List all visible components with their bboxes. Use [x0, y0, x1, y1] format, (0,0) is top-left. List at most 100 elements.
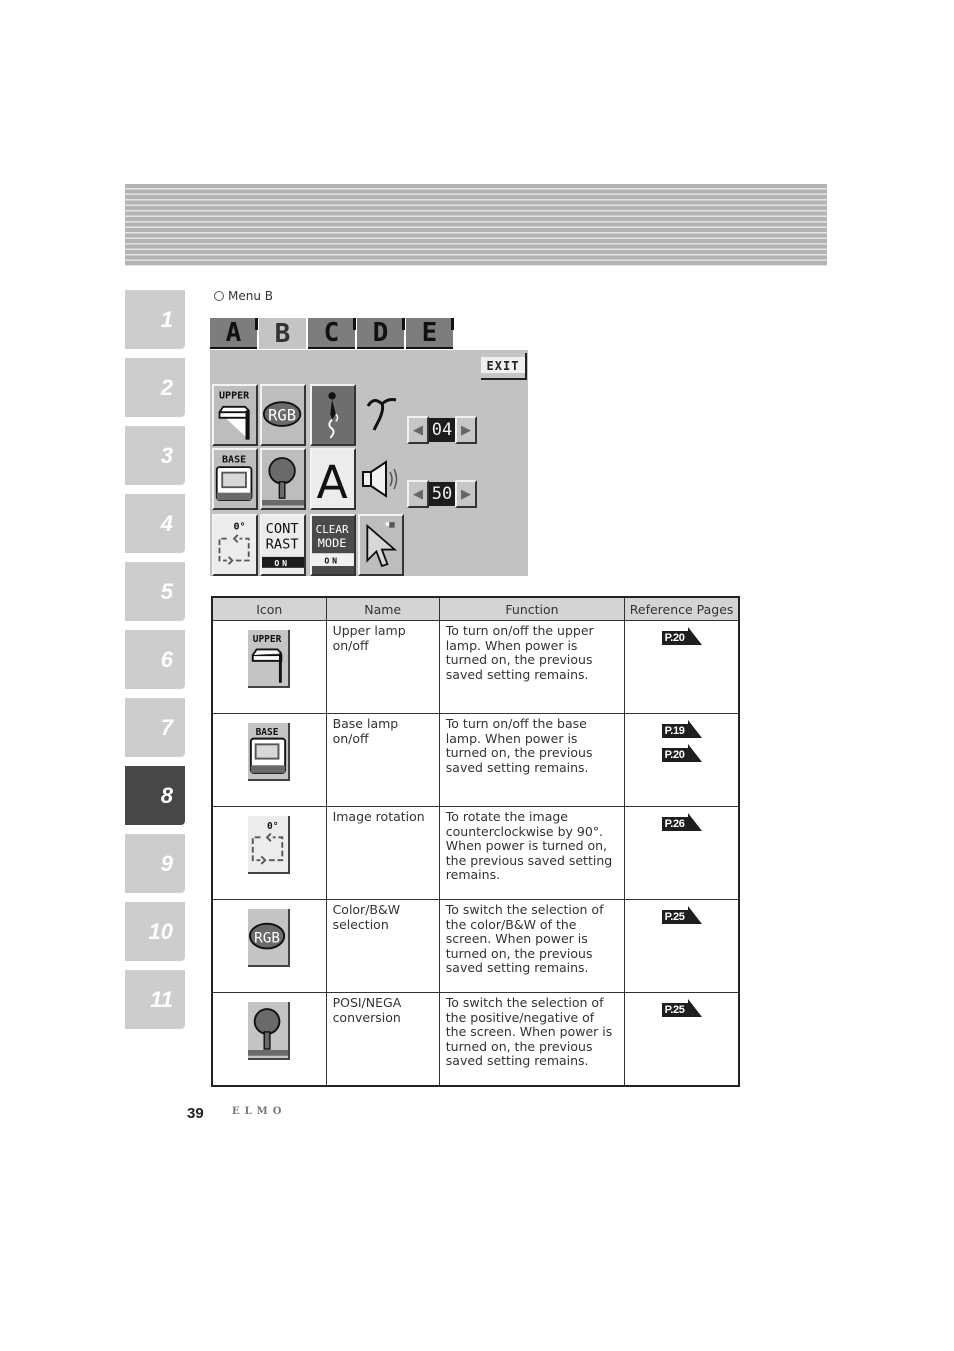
volume-increase-button[interactable]: ▶ — [455, 480, 477, 508]
osd-tab-a[interactable]: A — [210, 318, 258, 349]
svg-text:0°: 0° — [267, 821, 278, 832]
table-header-row: Icon Name Function Reference Pages — [211, 596, 740, 621]
header-icon: Icon — [211, 596, 327, 621]
volume-decrease-button[interactable]: ◀ — [407, 480, 429, 508]
rgb-icon: RGB — [262, 401, 302, 427]
header-function: Function — [438, 596, 626, 621]
chapter-tab-1[interactable]: 1 — [125, 290, 185, 349]
exit-button[interactable]: EXIT — [481, 353, 527, 380]
contrast-state: ON — [274, 558, 289, 568]
page-number: 39 — [187, 1105, 204, 1122]
table-row: 0° Image rotation To rotate the image co… — [211, 806, 740, 900]
pointer-button[interactable] — [358, 514, 404, 576]
chapter-tab-9[interactable]: 9 — [125, 834, 185, 893]
row-function: To switch the selection of the color/B&W… — [438, 899, 626, 993]
chapter-tab-5[interactable]: 5 — [125, 562, 185, 621]
gamma-icon — [364, 394, 400, 434]
chapter-tab-3[interactable]: 3 — [125, 426, 185, 485]
svg-text:BASE: BASE — [256, 727, 279, 738]
upper-lamp-icon: UPPER ˙˙˙˙ — [218, 391, 250, 440]
table-row: BASE Base lamp on/off To turn on/off the… — [211, 713, 740, 807]
row-name: POSI/NEGA conversion — [325, 992, 440, 1087]
chapter-tab-8[interactable]: 8 — [125, 766, 185, 825]
header-name: Name — [325, 596, 440, 621]
base-lamp-icon: BASE — [248, 723, 291, 781]
volume-stepper[interactable]: ◀ 50 ▶ — [407, 480, 477, 508]
osd-tab-e[interactable]: E — [406, 318, 454, 349]
clear-mode-button[interactable]: CLEAR MODE ON — [310, 514, 356, 576]
table-row: RGB Color/B&W selection To switch the se… — [211, 899, 740, 993]
chapter-tab-11[interactable]: 11 — [125, 970, 185, 1029]
row-function: To switch the selection of the positive/… — [438, 992, 626, 1087]
chapter-tab-10[interactable]: 10 — [125, 902, 185, 961]
upper-lamp-label: UPPER — [219, 391, 250, 402]
svg-text:˙˙˙˙: ˙˙˙˙ — [225, 420, 240, 429]
osd-panel: EXIT UPPER ˙˙˙˙ RGB ◀ 04 ▶ BASE A ◀ 50 ▶… — [210, 350, 528, 576]
page-reference-link[interactable]: P.19 — [661, 720, 702, 738]
row-name: Base lamp on/off — [325, 713, 440, 807]
posi-nega-button[interactable] — [260, 448, 306, 510]
row-function: To turn on/off the upper lamp. When powe… — [438, 620, 626, 714]
text-mode-button[interactable]: A — [310, 448, 356, 510]
letter-a-icon: A — [316, 456, 347, 508]
page-reference-link[interactable]: P.25 — [661, 999, 702, 1017]
circle-bullet-icon — [214, 291, 224, 301]
clear-mode-icon: CLEAR MODE ON — [312, 523, 354, 566]
cursor-arrow-icon — [366, 522, 398, 568]
figure-icon — [328, 392, 339, 439]
gamma-figure-button[interactable] — [310, 384, 356, 446]
table-row: POSI/NEGA conversion To switch the selec… — [211, 992, 740, 1087]
section-title: Menu B — [228, 289, 273, 303]
brand-logo: ELMO — [232, 1106, 287, 1117]
page-reference-link[interactable]: P.25 — [661, 906, 702, 924]
contrast-button[interactable]: CONT RAST ON — [260, 514, 306, 576]
osd-tab-bar: A B C D E — [210, 318, 455, 350]
upper-lamp-button[interactable]: UPPER ˙˙˙˙ — [212, 384, 258, 446]
base-lamp-button[interactable]: BASE — [212, 448, 258, 510]
page-reference-link[interactable]: P.20 — [661, 627, 702, 645]
section-label: Menu B — [214, 289, 273, 303]
gamma-decrease-button[interactable]: ◀ — [407, 416, 429, 444]
contrast-line2: RAST — [266, 537, 299, 553]
gamma-stepper[interactable]: ◀ 04 ▶ — [407, 416, 477, 444]
chapter-tab-7[interactable]: 7 — [125, 698, 185, 757]
rotation-label: 0° — [234, 521, 246, 532]
row-name: Color/B&W selection — [325, 899, 440, 993]
clear-mode-line1: CLEAR — [316, 523, 349, 536]
rgb-icon: RGB — [248, 909, 291, 967]
chapter-tab-4[interactable]: 4 — [125, 494, 185, 553]
osd-tab-b[interactable]: B — [259, 318, 306, 349]
rotation-button[interactable]: 0° — [212, 514, 258, 576]
svg-text:RGB: RGB — [254, 931, 280, 947]
rgb-label: RGB — [268, 406, 296, 424]
rgb-button[interactable]: RGB — [260, 384, 306, 446]
row-name: Upper lamp on/off — [325, 620, 440, 714]
gamma-increase-button[interactable]: ▶ — [455, 416, 477, 444]
base-lamp-icon: BASE — [215, 455, 253, 501]
clear-mode-line2: MODE — [318, 536, 347, 550]
page-reference-link[interactable]: P.20 — [661, 744, 702, 762]
rotation-icon: 0° — [218, 521, 250, 565]
icon-reference-table: Icon Name Function Reference Pages UPPER… — [211, 596, 740, 1087]
chapter-tab-2[interactable]: 2 — [125, 358, 185, 417]
page-reference-link[interactable]: P.26 — [661, 813, 702, 831]
base-lamp-label: BASE — [222, 455, 246, 466]
svg-text:UPPER: UPPER — [253, 634, 282, 645]
osd-menu-screen: A B C D E EXIT UPPER ˙˙˙˙ RGB ◀ 04 ▶ BAS… — [210, 318, 528, 576]
row-name: Image rotation — [325, 806, 440, 900]
tree-icon — [262, 457, 304, 506]
gamma-value: 04 — [429, 418, 455, 442]
osd-tab-c[interactable]: C — [308, 318, 356, 349]
row-function: To rotate the image counterclockwise by … — [438, 806, 626, 900]
contrast-line1: CONT — [266, 521, 299, 537]
chapter-tab-6[interactable]: 6 — [125, 630, 185, 689]
speaker-icon — [360, 460, 404, 500]
header-stripe-bar — [125, 184, 827, 266]
contrast-icon: CONT RAST ON — [262, 521, 304, 568]
letter-a-label: A — [316, 456, 347, 508]
upper-lamp-icon: UPPER — [248, 630, 291, 688]
rotation-icon: 0° — [248, 816, 291, 874]
row-function: To turn on/off the base lamp. When power… — [438, 713, 626, 807]
osd-tab-d[interactable]: D — [357, 318, 405, 349]
volume-value: 50 — [429, 482, 455, 506]
